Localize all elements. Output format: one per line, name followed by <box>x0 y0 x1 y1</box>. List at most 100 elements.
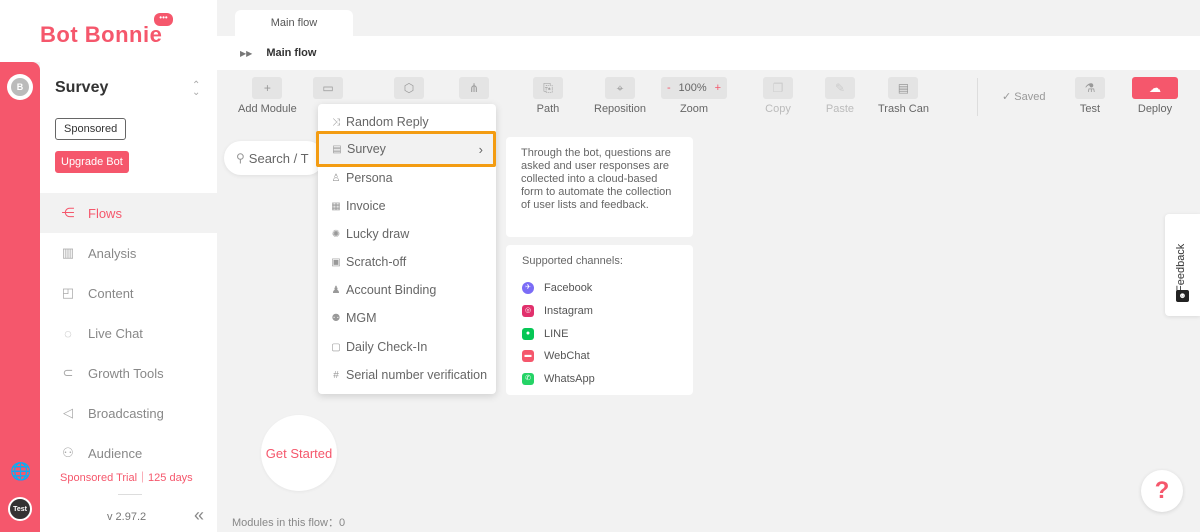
chevron-right-icon: › <box>478 141 483 157</box>
left-rail: B 🌐 Test <box>0 62 40 532</box>
person-icon: ♙ <box>331 172 341 184</box>
brand-logo[interactable]: Bot Bonnie <box>40 22 162 48</box>
menu-item-survey[interactable]: ▤ Survey › <box>316 131 496 167</box>
sidebar-nav: ⋲ Flows ▥ Analysis ◰ Content ◌ Live Chat… <box>40 193 217 473</box>
mgm-icon: ⚉ <box>331 312 341 324</box>
sidebar-item-live-chat[interactable]: ◌ Live Chat <box>40 313 217 353</box>
collapse-sidebar-icon[interactable]: « <box>194 505 204 526</box>
saved-status: ✓ Saved <box>1002 91 1046 103</box>
deploy-button[interactable]: ☁ Deploy <box>1132 77 1178 115</box>
menu-item-invoice[interactable]: ▦ Invoice <box>318 192 496 220</box>
module-button-3[interactable]: ⬡ <box>394 77 424 103</box>
content-icon: ◰ <box>61 285 75 300</box>
cloud-upload-icon: ☁ <box>1132 77 1178 99</box>
tool-label: Path <box>536 103 560 115</box>
menu-item-label: Scratch-off <box>346 255 407 269</box>
feedback-face-icon: ☻ <box>1176 290 1189 302</box>
analysis-icon: ▥ <box>61 245 75 260</box>
path-icon: ⎘ <box>533 77 563 99</box>
tabs-bar: Main flow <box>217 0 1200 36</box>
version-label: v 2.97.2 <box>107 511 147 523</box>
upgrade-bot-button[interactable]: Upgrade Bot <box>55 151 129 173</box>
trash-icon: ▤ <box>888 77 919 99</box>
channel-line: ● LINE <box>522 322 677 345</box>
channels-title: Supported channels: <box>522 255 623 267</box>
menu-item-lucky-draw[interactable]: ✺ Lucky draw <box>318 220 496 248</box>
reposition-button[interactable]: ⌖ Reposition <box>594 77 646 115</box>
help-button[interactable]: ? <box>1141 470 1183 512</box>
zoom-value: 100% <box>678 82 707 94</box>
sidebar-item-analysis[interactable]: ▥ Analysis <box>40 233 217 273</box>
sidebar-item-flows[interactable]: ⋲ Flows <box>40 193 217 233</box>
flows-icon: ⋲ <box>61 205 75 220</box>
user-avatar[interactable]: Test <box>8 497 32 521</box>
menu-item-daily-check-in[interactable]: ▢ Daily Check-In <box>318 333 496 361</box>
sidebar-item-audience[interactable]: ⚇ Audience <box>40 433 217 473</box>
trial-status[interactable]: Sponsored Trial｜125 days <box>60 469 193 485</box>
line-icon: ● <box>522 327 534 340</box>
sidebar-item-content[interactable]: ◰ Content <box>40 273 217 313</box>
menu-item-scratch-off[interactable]: ▣ Scratch-off <box>318 248 496 276</box>
messenger-icon: ✈ <box>522 282 534 295</box>
audience-icon: ⚇ <box>62 445 74 460</box>
tool-label: Reposition <box>594 103 646 115</box>
chevron-updown-icon[interactable]: ⌃ ⌄ <box>192 81 200 98</box>
channel-webchat: ▬ WebChat <box>522 345 677 368</box>
channel-label: WhatsApp <box>544 373 595 386</box>
module-dropdown-menu: ⤨ Random Reply ▤ Survey › ♙ Persona ▦ In… <box>316 104 496 394</box>
breadcrumb: ▶▶ Main flow <box>217 36 1200 70</box>
channel-whatsapp: ✆ WhatsApp <box>522 368 677 391</box>
sidebar-item-label: Analysis <box>88 245 137 261</box>
search-input[interactable]: ⚲ Search / T <box>224 141 324 175</box>
survey-description: Through the bot, questions are asked and… <box>521 147 672 211</box>
folder-icon: ▭ <box>313 77 343 99</box>
clipboard-icon: ▤ <box>332 143 342 155</box>
expand-icon[interactable]: ▶▶ <box>240 49 252 58</box>
globe-icon[interactable]: 🌐 <box>10 462 31 482</box>
path-button[interactable]: ⎘ Path <box>533 77 563 115</box>
test-button[interactable]: ⚗ Test <box>1075 77 1105 115</box>
live-chat-icon: ◌ <box>64 325 72 341</box>
bot-avatar[interactable]: B <box>7 74 33 100</box>
zoom-in-button[interactable]: + <box>715 82 721 94</box>
instagram-icon: ◎ <box>522 305 534 318</box>
growth-tools-icon: ⊂ <box>62 365 74 380</box>
add-module-button[interactable]: + Add Module <box>238 77 297 115</box>
copy-icon: ❐ <box>763 77 793 99</box>
search-placeholder: Search / T <box>248 150 309 166</box>
paste-button[interactable]: ✎ Paste <box>825 77 855 115</box>
tab-main-flow[interactable]: Main flow <box>235 10 353 36</box>
sidebar-item-label: Flows <box>88 205 122 221</box>
menu-item-serial-number-verification[interactable]: # Serial number verification <box>318 361 496 389</box>
sponsored-badge: Sponsored <box>55 118 127 140</box>
menu-item-account-binding[interactable]: ♟ Account Binding <box>318 276 496 304</box>
tool-label: Copy <box>765 103 791 115</box>
feedback-tab[interactable]: Feedback ☻ <box>1165 214 1200 316</box>
get-started-node[interactable]: Get Started <box>261 415 337 491</box>
divider <box>118 494 142 495</box>
zoom-control: - 100% + Zoom <box>661 77 727 115</box>
sidebar-item-broadcasting[interactable]: ◁ Broadcasting <box>40 393 217 433</box>
channel-label: WebChat <box>544 350 590 363</box>
sidebar-item-label: Live Chat <box>88 325 143 341</box>
calendar-icon: ▢ <box>331 341 341 353</box>
tool-label: Zoom <box>679 103 709 115</box>
hash-icon: # <box>333 369 339 381</box>
cube-icon: ⬡ <box>394 77 424 99</box>
menu-item-mgm[interactable]: ⚉ MGM <box>318 304 496 332</box>
trash-can-button[interactable]: ▤ Trash Can <box>878 77 929 115</box>
tool-label: Paste <box>825 103 855 115</box>
zoom-out-button[interactable]: - <box>667 82 671 94</box>
chat-bubble-icon: ••• <box>154 13 173 26</box>
flask-icon: ⚗ <box>1075 77 1105 99</box>
menu-item-persona[interactable]: ♙ Persona <box>318 164 496 192</box>
sidebar-item-growth-tools[interactable]: ⊂ Growth Tools <box>40 353 217 393</box>
sidebar-item-label: Growth Tools <box>88 365 164 381</box>
menu-item-label: Invoice <box>346 199 386 213</box>
channel-facebook: ✈ Facebook <box>522 277 677 300</box>
zoom-box: - 100% + <box>661 77 727 99</box>
copy-button[interactable]: ❐ Copy <box>763 77 793 115</box>
broadcasting-icon: ◁ <box>63 405 73 420</box>
saved-label: Saved <box>1014 91 1046 103</box>
menu-item-label: MGM <box>346 311 377 325</box>
